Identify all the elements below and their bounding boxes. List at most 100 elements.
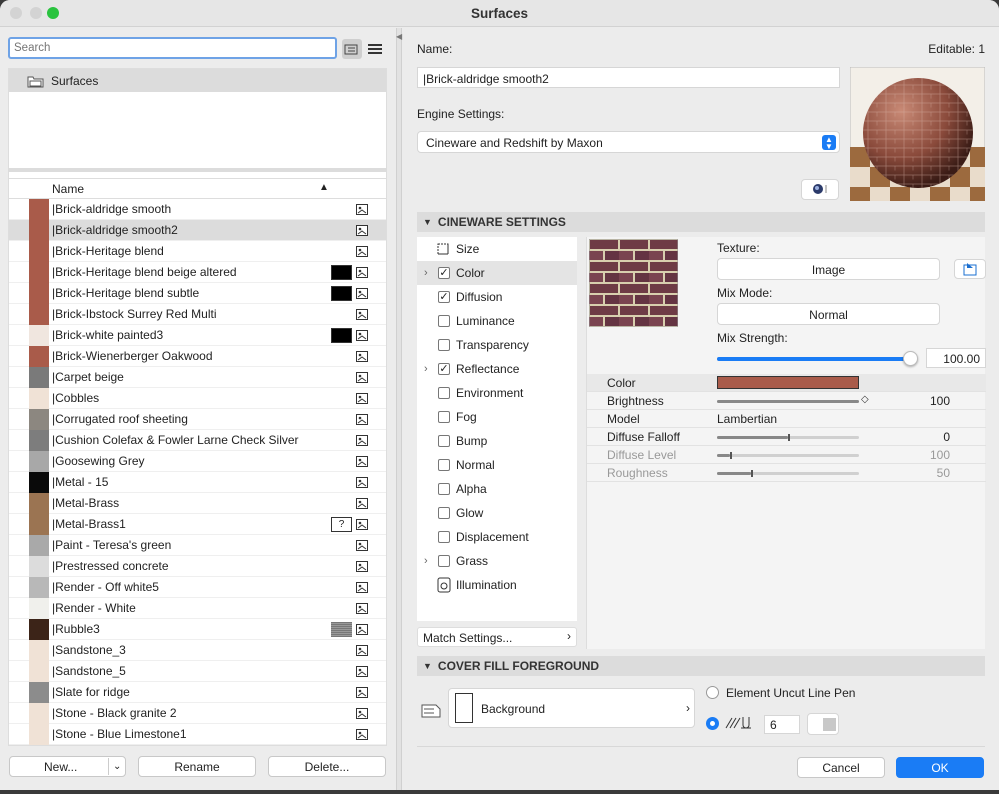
texture-image-icon[interactable]	[356, 538, 369, 552]
texture-image-icon[interactable]	[356, 727, 369, 741]
tree-item-surfaces[interactable]: Surfaces	[9, 69, 386, 92]
pen-number-input[interactable]: 6	[764, 715, 800, 734]
texture-image-icon[interactable]	[356, 475, 369, 489]
pen-radio-selected[interactable]	[706, 717, 719, 730]
property-value[interactable]: 0	[943, 430, 950, 444]
texture-image-icon[interactable]	[356, 286, 369, 300]
new-button[interactable]: New... ⌄	[9, 756, 126, 777]
texture-image-icon[interactable]	[356, 496, 369, 510]
channel-diffusion[interactable]: ✓ Diffusion	[417, 285, 577, 309]
texture-image-icon[interactable]	[356, 370, 369, 384]
pane-splitter[interactable]	[8, 168, 387, 172]
rename-button[interactable]: Rename	[138, 756, 256, 777]
list-item[interactable]: |Brick-Wienerberger Oakwood	[9, 346, 386, 367]
channel-transparency[interactable]: Transparency	[417, 333, 577, 357]
texture-image-icon[interactable]	[356, 244, 369, 258]
slider-thumb[interactable]	[903, 351, 918, 366]
texture-image-icon[interactable]	[356, 433, 369, 447]
list-item[interactable]: |Brick-Heritage blend	[9, 241, 386, 262]
mix-mode-select[interactable]: Normal	[717, 303, 940, 325]
delete-button[interactable]: Delete...	[268, 756, 386, 777]
list-item[interactable]: |Brick-Heritage blend subtle	[9, 283, 386, 304]
engine-select[interactable]: Cineware and Redshift by Maxon ▲ ▼	[417, 131, 840, 153]
texture-image-icon[interactable]	[356, 223, 369, 237]
list-item[interactable]: |Sandstone_3	[9, 640, 386, 661]
property-row[interactable]: Diffuse Falloff 0	[587, 428, 986, 446]
list-item[interactable]: |Metal - 15	[9, 472, 386, 493]
slider-thumb[interactable]	[729, 452, 732, 459]
list-item[interactable]: |Goosewing Grey	[9, 451, 386, 472]
list-item[interactable]: |Sandstone_5	[9, 661, 386, 682]
list-item[interactable]: |Stone - Black granite 2	[9, 703, 386, 724]
channel-checkbox[interactable]: ✓	[438, 291, 450, 303]
property-row[interactable]: Diffuse Level 100	[587, 446, 986, 464]
channel-normal[interactable]: Normal	[417, 453, 577, 477]
list-item[interactable]: |Brick-Heritage blend beige altered	[9, 262, 386, 283]
channel-illumination[interactable]: Illumination	[417, 573, 577, 597]
texture-image-icon[interactable]	[356, 517, 369, 531]
texture-image-icon[interactable]	[356, 559, 369, 573]
property-row[interactable]: Brightness ◇ 100	[587, 392, 986, 410]
list-item[interactable]: |Carpet beige	[9, 367, 386, 388]
list-item[interactable]: |Metal-Brass1?	[9, 514, 386, 535]
search-input[interactable]	[8, 37, 337, 59]
channel-glow[interactable]: Glow	[417, 501, 577, 525]
channel-displacement[interactable]: Displacement	[417, 525, 577, 549]
channel-checkbox[interactable]: ✓	[438, 363, 450, 375]
texture-image-icon[interactable]	[356, 622, 369, 636]
list-item[interactable]: |Paint - Teresa's green	[9, 535, 386, 556]
ok-button[interactable]: OK	[896, 757, 984, 778]
folder-view-button[interactable]	[342, 39, 362, 59]
channel-checkbox[interactable]	[438, 435, 450, 447]
cover-fill-header[interactable]: ▼ COVER FILL FOREGROUND	[417, 656, 985, 676]
sort-ascending-icon[interactable]: ▲	[319, 182, 329, 193]
chevron-down-icon[interactable]: ⌄	[113, 761, 121, 772]
property-slider[interactable]	[717, 452, 859, 459]
mix-strength-input[interactable]: 100.00	[926, 348, 986, 368]
texture-image-icon[interactable]	[356, 685, 369, 699]
channel-checkbox[interactable]	[438, 507, 450, 519]
texture-image-icon[interactable]	[356, 265, 369, 279]
cancel-button[interactable]: Cancel	[797, 757, 885, 778]
texture-image-icon[interactable]	[356, 664, 369, 678]
list-item[interactable]: |Render - White	[9, 598, 386, 619]
property-value[interactable]: 50	[937, 466, 950, 480]
channel-checkbox[interactable]: ✓	[438, 267, 450, 279]
channel-checkbox[interactable]	[438, 411, 450, 423]
uncut-pen-radio[interactable]	[706, 686, 719, 699]
list-view-button[interactable]	[365, 39, 385, 59]
chevron-right-icon[interactable]: ›	[424, 363, 428, 375]
list-item[interactable]: |Cushion Colefax & Fowler Larne Check Si…	[9, 430, 386, 451]
channel-alpha[interactable]: Alpha	[417, 477, 577, 501]
texture-image-icon[interactable]	[356, 643, 369, 657]
texture-image-icon[interactable]	[356, 412, 369, 426]
channel-checkbox[interactable]	[438, 459, 450, 471]
property-row[interactable]: Model Lambertian	[587, 410, 986, 428]
channel-luminance[interactable]: Luminance	[417, 309, 577, 333]
list-item[interactable]: |Stone - Blue Limestone1	[9, 724, 386, 745]
channel-checkbox[interactable]	[438, 339, 450, 351]
channel-color[interactable]: › ✓ Color	[417, 261, 577, 285]
slider-thumb[interactable]	[788, 434, 790, 441]
texture-image-icon[interactable]	[356, 349, 369, 363]
slider-thumb-icon[interactable]: ◇	[861, 394, 869, 405]
chevron-right-icon[interactable]: ›	[424, 267, 428, 279]
property-row[interactable]: Roughness 50	[587, 464, 986, 482]
channel-checkbox[interactable]	[438, 531, 450, 543]
mix-strength-slider[interactable]	[717, 351, 918, 366]
texture-image-icon[interactable]	[356, 454, 369, 468]
list-item[interactable]: |Slate for ridge	[9, 682, 386, 703]
property-value[interactable]: 100	[930, 448, 950, 462]
channel-checkbox[interactable]	[438, 483, 450, 495]
texture-image-icon[interactable]	[356, 706, 369, 720]
list-item[interactable]: |Brick-aldridge smooth2	[9, 220, 386, 241]
texture-image-icon[interactable]	[356, 307, 369, 321]
list-item[interactable]: |Metal-Brass	[9, 493, 386, 514]
texture-image-icon[interactable]	[356, 391, 369, 405]
pen-color-button[interactable]	[807, 713, 839, 735]
list-item[interactable]: |Prestressed concrete	[9, 556, 386, 577]
property-row[interactable]: Color	[587, 374, 986, 392]
load-texture-button[interactable]	[954, 259, 986, 279]
texture-image-button[interactable]: Image	[717, 258, 940, 280]
name-input[interactable]: |Brick-aldridge smooth2	[417, 67, 840, 88]
